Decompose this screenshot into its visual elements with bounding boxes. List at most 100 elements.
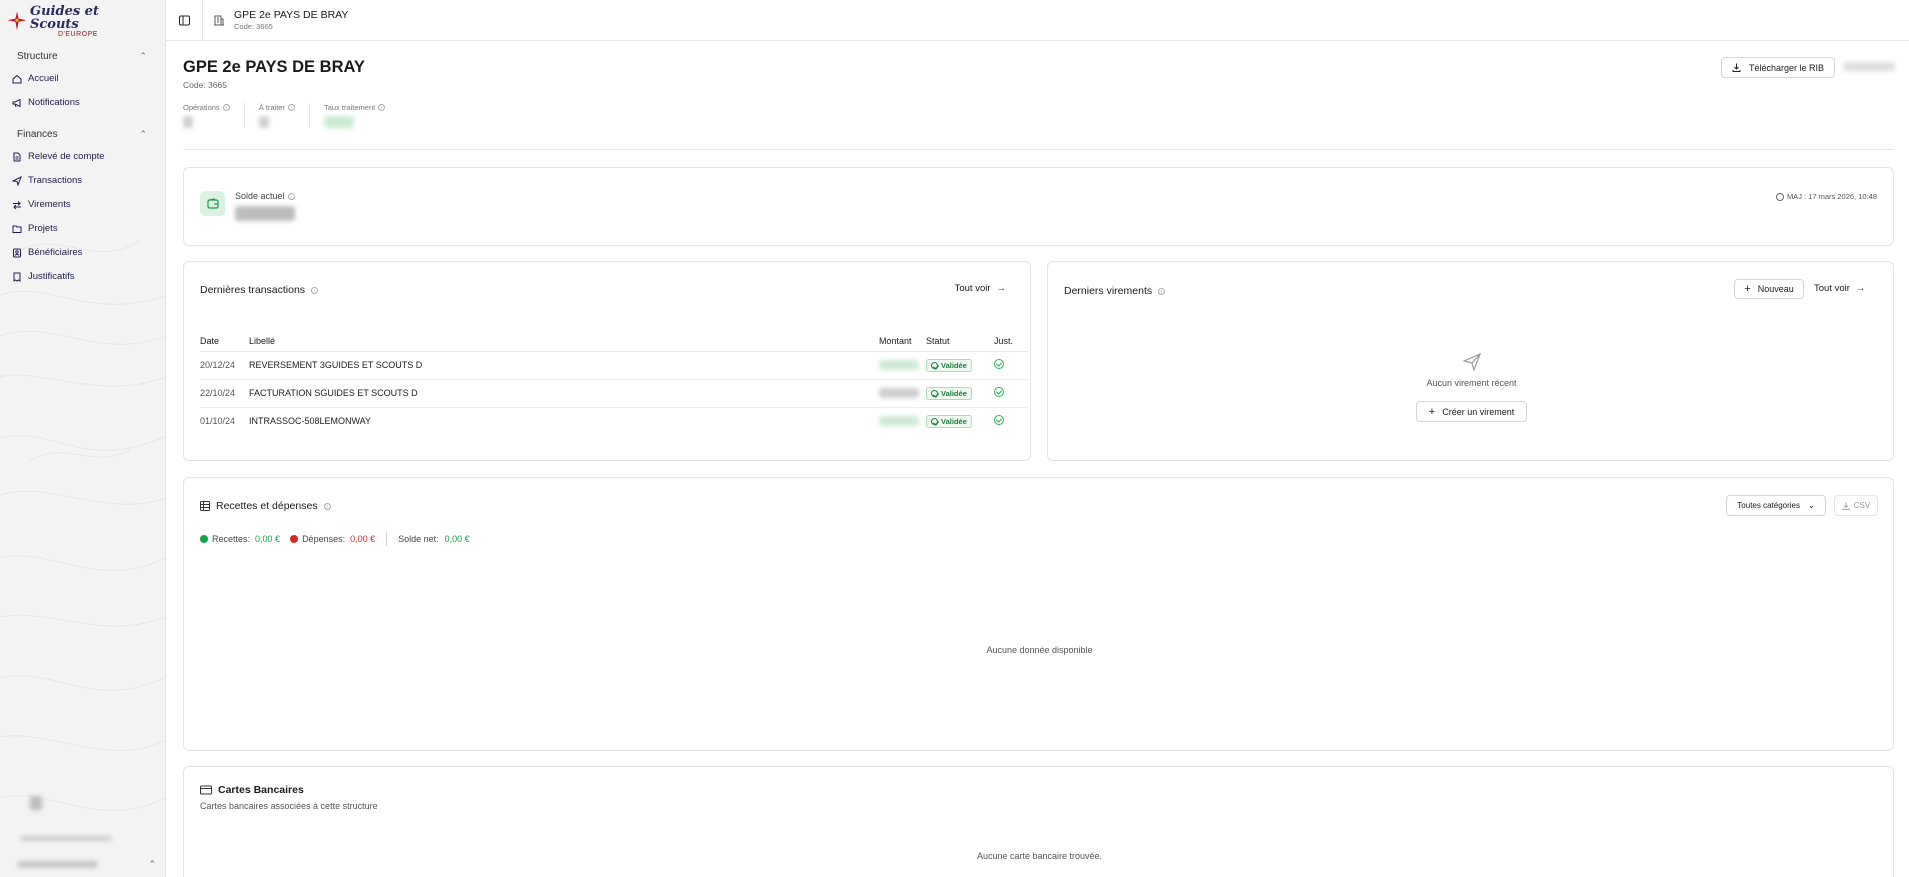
- sidebar-item-label: Accueil: [28, 73, 59, 84]
- sidebar-item-notifications[interactable]: Notifications: [12, 97, 80, 108]
- divider: [386, 532, 388, 546]
- income-title-wrap: Recettes et dépenses i: [200, 500, 331, 512]
- row-status: Validée: [926, 379, 994, 408]
- main-content: GPE 2e PAYS DE BRAY Code: 3665 Télécharg…: [166, 41, 1909, 877]
- sidebar-item-beneficiaires[interactable]: Bénéficiaires: [12, 247, 82, 258]
- create-transfer-button[interactable]: + Créer un virement: [1416, 401, 1527, 422]
- page-title: GPE 2e PAYS DE BRAY: [183, 58, 365, 76]
- income-empty: Aucune donnée disponible: [986, 645, 1093, 655]
- csv-label: CSV: [1853, 501, 1871, 510]
- table-row[interactable]: 01/10/24 INTRASSOC-508LEMONWAY Validée: [200, 407, 1028, 435]
- structure-code: Code: 3665: [183, 80, 227, 90]
- breadcrumb-code: Code: 3665: [234, 22, 273, 31]
- row-label: REVERSEMENT 3GUIDES ET SCOUTS D: [249, 351, 879, 380]
- sidebar-footer-text: [20, 836, 112, 841]
- stat-taux: Taux traitement i: [323, 103, 399, 128]
- col-libelle[interactable]: Libellé: [249, 331, 879, 352]
- status-badge: Validée: [926, 358, 972, 372]
- chevron-up-icon: ⌃: [139, 129, 147, 139]
- row-date: 01/10/24: [200, 416, 236, 427]
- section-structure[interactable]: Structure ⌃: [17, 51, 147, 62]
- table-row[interactable]: 22/10/24 FACTURATION SGUIDES ET SCOUTS D…: [200, 379, 1028, 408]
- bank-cards-subtitle: Cartes bancaires associées à cette struc…: [200, 801, 378, 811]
- expense-value: 0,00 €: [350, 534, 376, 544]
- chevron-up-icon: ⌃: [148, 858, 156, 869]
- sidebar-toggle[interactable]: [166, 15, 202, 26]
- last-update: MAJ : 17 mars 2026, 10:48: [1775, 192, 1877, 201]
- status-text: Validée: [941, 416, 967, 426]
- row-status: Validée: [926, 351, 994, 380]
- sidebar-item-label: Projets: [28, 223, 58, 234]
- plus-icon: +: [1428, 405, 1436, 418]
- sidebar-item-transactions[interactable]: Transactions: [12, 175, 82, 186]
- megaphone-icon: [12, 98, 21, 107]
- contacts-icon: [13, 248, 21, 257]
- download-rib-button[interactable]: Télécharger le RIB: [1721, 57, 1835, 78]
- transfers-card: Derniers virements i + Nouveau Tout voir …: [1047, 261, 1894, 461]
- income-title: Recettes et dépenses: [216, 500, 318, 512]
- info-icon: i: [222, 104, 230, 111]
- income-dot: [200, 535, 208, 543]
- check-circle-icon: [931, 389, 938, 397]
- col-montant[interactable]: Montant: [879, 331, 926, 352]
- breadcrumb-title: GPE 2e PAYS DE BRAY: [234, 9, 349, 21]
- document-icon: [13, 152, 21, 161]
- sidebar-item-justificatifs[interactable]: Justificatifs: [12, 271, 74, 282]
- col-date[interactable]: Date: [200, 331, 249, 352]
- transactions-see-all[interactable]: Tout voir →: [955, 283, 1006, 294]
- transfers-see-all[interactable]: Tout voir →: [1814, 283, 1865, 294]
- sidebar-item-label: Bénéficiaires: [28, 247, 83, 258]
- info-icon: i: [323, 502, 331, 510]
- brand-subtitle: D'EUROPE: [57, 30, 98, 38]
- sidebar-toggle-icon: [178, 15, 190, 25]
- category-select-value: Toutes catégories: [1737, 501, 1800, 510]
- sidebar-item-projets[interactable]: Projets: [12, 223, 58, 234]
- create-transfer-label: Créer un virement: [1442, 406, 1515, 417]
- csv-export-button[interactable]: CSV: [1834, 495, 1878, 516]
- see-all-label: Tout voir: [954, 283, 991, 294]
- brand-logo[interactable]: Guides et Scouts D'EUROPE: [6, 3, 126, 38]
- sidebar-item-virements[interactable]: Virements: [12, 199, 71, 210]
- status-badge: Validée: [926, 386, 972, 400]
- section-title: Finances: [17, 129, 58, 140]
- transfers-empty: Aucun virement récent: [1426, 378, 1517, 388]
- row-just: [994, 407, 1028, 435]
- last-update-text: MAJ : 17 mars 2026, 10:48: [1786, 192, 1877, 201]
- stat-operations: Opérations i: [183, 103, 245, 128]
- row-just: [994, 351, 1028, 380]
- clock-icon: [1775, 192, 1784, 201]
- chevron-up-icon: ⌃: [139, 51, 147, 61]
- credit-card-icon: [200, 785, 212, 795]
- row-label: INTRASSOC-508LEMONWAY: [249, 416, 372, 427]
- table-row[interactable]: 20/12/24 REVERSEMENT 3GUIDES ET SCOUTS D…: [200, 351, 1028, 380]
- arrow-right-icon: →: [996, 283, 1007, 294]
- income-label: Recettes:: [212, 534, 251, 544]
- info-icon: i: [287, 192, 295, 200]
- row-amount: [879, 351, 926, 380]
- check-circle-icon: [931, 361, 938, 369]
- row-just: [994, 379, 1028, 408]
- transfers-title-wrap: Derniers virements i: [1064, 285, 1166, 297]
- sidebar-item-releve[interactable]: Relevé de compte: [12, 151, 105, 162]
- cross-icon: [7, 11, 27, 31]
- sidebar-footer-icon: [30, 796, 42, 810]
- category-select[interactable]: Toutes catégories ⌄: [1726, 495, 1826, 516]
- col-statut[interactable]: Statut: [926, 331, 994, 352]
- transactions-card: Dernières transactions i Tout voir → Date…: [183, 261, 1031, 461]
- col-just[interactable]: Just.: [994, 331, 1028, 352]
- stat-value: [258, 116, 269, 128]
- balance-label: Solde actuel: [235, 191, 285, 201]
- user-menu[interactable]: ⌃: [10, 857, 156, 871]
- brand-name: Guides et Scouts: [29, 3, 99, 32]
- income-summary: Recettes: 0,00 € Dépenses: 0,00 € Solde …: [200, 532, 470, 546]
- section-finances[interactable]: Finances ⌃: [17, 129, 147, 140]
- info-icon: i: [1158, 287, 1166, 295]
- header-extra-button[interactable]: [1843, 62, 1895, 71]
- row-date: 22/10/24: [200, 379, 249, 408]
- new-transfer-button[interactable]: + Nouveau: [1734, 279, 1804, 299]
- bank-cards-title-wrap: Cartes Bancaires: [200, 784, 304, 796]
- sidebar: Guides et Scouts D'EUROPE Structure ⌃ Ac…: [0, 0, 166, 877]
- sidebar-item-accueil[interactable]: Accueil: [12, 73, 59, 84]
- row-date: 20/12/24: [200, 351, 249, 380]
- balance-card: Solde actuel i MAJ : 17 mars 2026, 10:48: [183, 167, 1894, 246]
